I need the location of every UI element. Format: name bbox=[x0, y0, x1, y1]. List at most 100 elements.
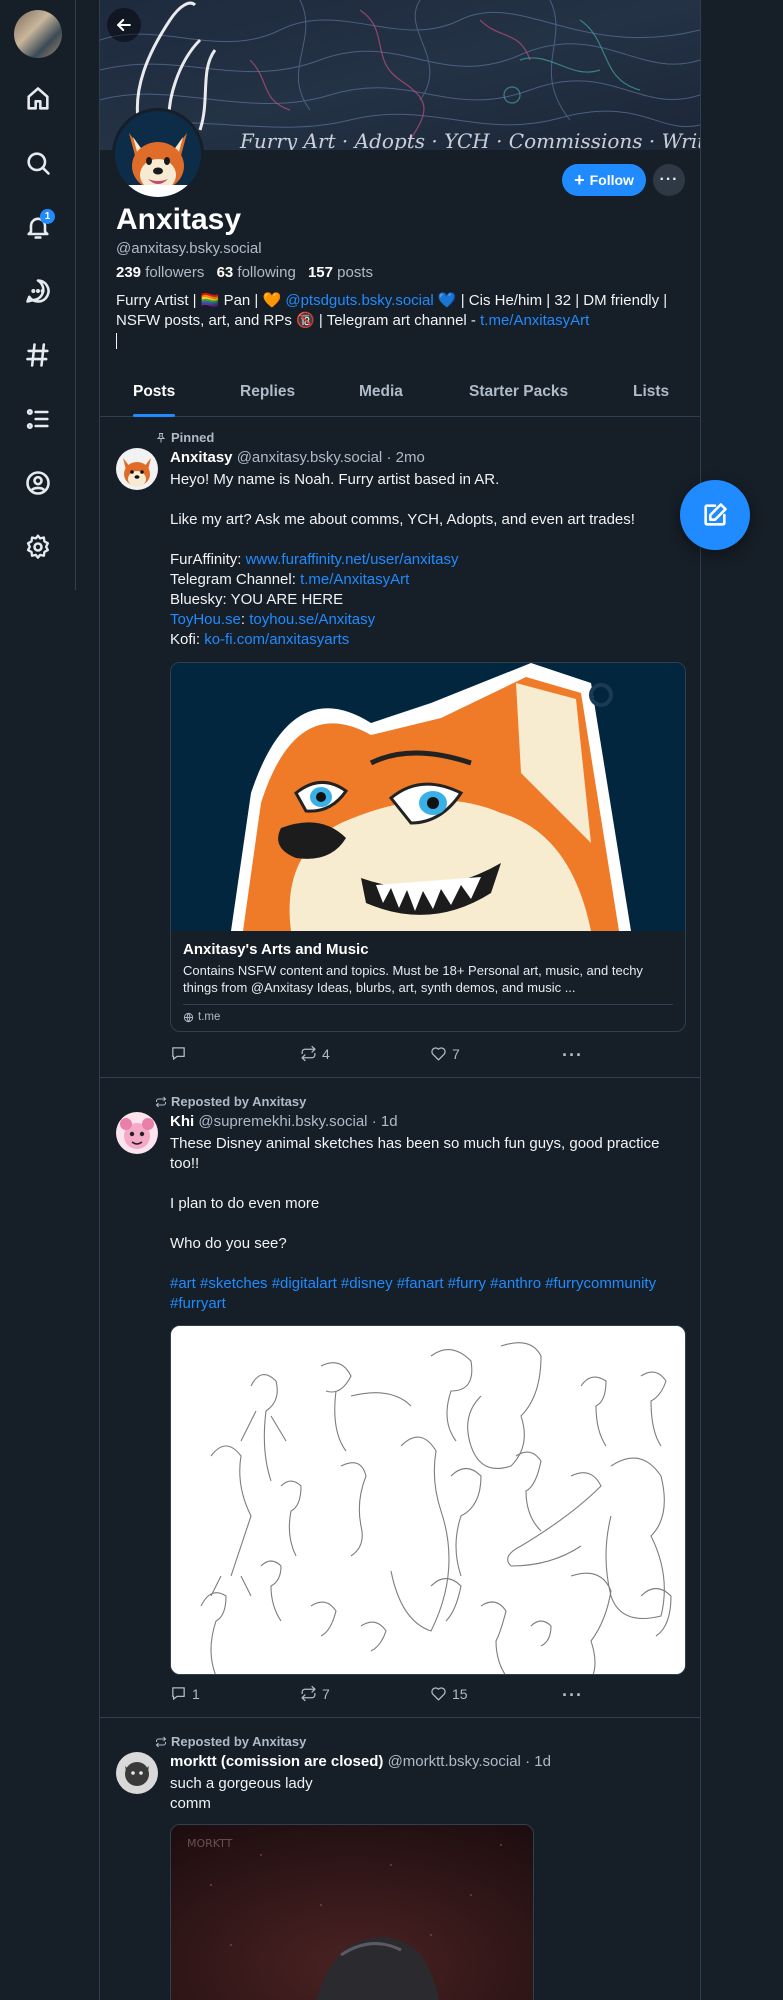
like-button[interactable]: 15 bbox=[430, 1685, 468, 1702]
search-icon[interactable] bbox=[20, 145, 56, 181]
followers-count: 239 bbox=[116, 264, 142, 281]
heart-icon bbox=[431, 1687, 446, 1701]
post-author-handle[interactable]: @morktt.bsky.social bbox=[388, 1753, 521, 1770]
profile-tabs: Posts Replies Media Starter Packs Lists bbox=[100, 370, 700, 417]
post-time[interactable]: · 1d bbox=[372, 1113, 398, 1130]
post-text: Heyo! My name is Noah. Furry artist base… bbox=[170, 471, 635, 648]
followers-link[interactable]: 239 followers bbox=[116, 264, 204, 281]
post-text: such a gorgeous lady comm bbox=[170, 1775, 313, 1812]
list-icon[interactable] bbox=[20, 401, 56, 437]
post-repost-morktt[interactable]: Reposted by Anxitasy morktt (comission a… bbox=[100, 1718, 700, 2000]
post-context: Reposted by Anxitasy bbox=[155, 1094, 306, 1109]
left-nav-rail: 1 bbox=[0, 0, 76, 590]
bio-telegram-link[interactable]: t.me/AnxitasyArt bbox=[480, 312, 589, 329]
repost-icon bbox=[155, 1736, 167, 1747]
post-author-avatar[interactable] bbox=[116, 1752, 158, 1794]
profile-stats: 239 followers 63 following 157 posts bbox=[116, 264, 373, 281]
text-cursor bbox=[116, 333, 117, 350]
arrow-left-icon bbox=[117, 18, 131, 32]
post-repost-khi[interactable]: Reposted by Anxitasy Khi @supremekhi.bsk… bbox=[100, 1078, 700, 1718]
post-context: Reposted by Anxitasy bbox=[155, 1734, 306, 1749]
link-card-title: Anxitasy's Arts and Music bbox=[183, 941, 369, 958]
image-watermark: MORKTT bbox=[187, 1837, 233, 1850]
post-header: Khi @supremekhi.bsky.social · 1d bbox=[170, 1113, 398, 1130]
post-pinned[interactable]: Pinned Anxitasy @anxitasy.bsky.social · … bbox=[100, 418, 700, 1078]
my-avatar[interactable] bbox=[14, 10, 62, 58]
svg-text:Furry Art · Adopts · YCH: Furry Art · Adopts · YCH · Commissions ·… bbox=[239, 129, 700, 150]
post-author-handle[interactable]: @anxitasy.bsky.social bbox=[237, 449, 383, 466]
toyhouse-link-1[interactable]: ToyHou.se bbox=[170, 611, 241, 628]
profile-avatar[interactable] bbox=[112, 108, 204, 200]
post-author-name[interactable]: Khi bbox=[170, 1113, 194, 1130]
hashtag-icon[interactable] bbox=[20, 337, 56, 373]
notifications-badge: 1 bbox=[40, 209, 55, 224]
post-author-name[interactable]: morktt (comission are closed) bbox=[170, 1753, 383, 1770]
post-header: morktt (comission are closed) @morktt.bs… bbox=[170, 1753, 551, 1770]
profile-bio: Furry Artist | 🏳️‍🌈 Pan | 🧡 @ptsdguts.bs… bbox=[116, 291, 686, 351]
compose-icon bbox=[704, 503, 727, 526]
repost-button[interactable]: 7 bbox=[300, 1685, 330, 1702]
tab-replies[interactable]: Replies bbox=[240, 370, 295, 417]
link-card[interactable]: Anxitasy's Arts and Music Contains NSFW … bbox=[170, 662, 686, 1032]
post-more-button[interactable]: ··· bbox=[562, 1045, 583, 1066]
post-header: Anxitasy @anxitasy.bsky.social · 2mo bbox=[170, 449, 425, 466]
post-author-handle[interactable]: @supremekhi.bsky.social bbox=[198, 1113, 367, 1130]
link-card-domain: t.me bbox=[183, 1004, 673, 1031]
bio-mention-link[interactable]: @ptsdguts.bsky.social bbox=[285, 292, 433, 309]
pin-icon bbox=[156, 432, 166, 442]
repost-icon bbox=[155, 1096, 167, 1107]
compose-button[interactable] bbox=[680, 480, 750, 550]
post-author-avatar[interactable] bbox=[116, 448, 158, 490]
post-author-name[interactable]: Anxitasy bbox=[170, 449, 233, 466]
profile-more-button[interactable]: ··· bbox=[653, 164, 685, 196]
post-time[interactable]: · 2mo bbox=[386, 449, 424, 466]
link-card-description: Contains NSFW content and topics. Must b… bbox=[183, 963, 643, 995]
repost-button[interactable]: 4 bbox=[300, 1045, 330, 1062]
reply-icon bbox=[172, 1047, 185, 1060]
post-hashtags[interactable]: #art #sketches #digitalart #disney #fana… bbox=[170, 1275, 656, 1312]
follow-button[interactable]: + Follow bbox=[562, 164, 646, 196]
tab-media[interactable]: Media bbox=[359, 370, 403, 417]
post-more-button[interactable]: ··· bbox=[562, 1685, 583, 1706]
post-time[interactable]: · 1d bbox=[525, 1753, 551, 1770]
ellipsis-icon: ··· bbox=[562, 1685, 583, 1705]
bell-icon[interactable]: 1 bbox=[20, 209, 56, 245]
reply-button[interactable]: 1 bbox=[170, 1685, 200, 1702]
furaffinity-link[interactable]: www.furaffinity.net/user/anxitasy bbox=[246, 551, 459, 568]
like-button[interactable]: 7 bbox=[430, 1045, 460, 1062]
tab-starter-packs[interactable]: Starter Packs bbox=[469, 370, 568, 417]
plus-icon: + bbox=[574, 170, 585, 190]
post-context: Pinned bbox=[155, 430, 214, 445]
kofi-link[interactable]: ko-fi.com/anxitasyarts bbox=[204, 631, 349, 648]
back-button[interactable] bbox=[107, 8, 141, 42]
reply-button[interactable] bbox=[170, 1045, 192, 1062]
heart-icon bbox=[431, 1047, 446, 1061]
repost-icon bbox=[301, 1045, 316, 1062]
followers-label: followers bbox=[145, 264, 205, 281]
home-icon[interactable] bbox=[20, 81, 56, 117]
post-image[interactable]: MORKTT bbox=[170, 1824, 534, 2000]
profile-display-name: Anxitasy bbox=[116, 203, 242, 236]
post-author-avatar[interactable] bbox=[116, 1112, 158, 1154]
link-card-image bbox=[171, 663, 685, 931]
repost-icon bbox=[301, 1685, 316, 1702]
post-actions: 4 7 ··· bbox=[170, 1045, 688, 1065]
posts-count: 157 bbox=[307, 264, 333, 281]
gear-icon[interactable] bbox=[20, 529, 56, 565]
following-link[interactable]: 63 following bbox=[217, 264, 296, 281]
following-label: following bbox=[237, 264, 296, 281]
chat-icon[interactable] bbox=[20, 273, 56, 309]
posts-label: posts bbox=[337, 264, 374, 281]
profile-icon[interactable] bbox=[20, 465, 56, 501]
post-actions: 1 7 15 ··· bbox=[170, 1685, 688, 1705]
ellipsis-icon: ··· bbox=[562, 1045, 583, 1065]
tab-posts[interactable]: Posts bbox=[133, 370, 176, 417]
reply-icon bbox=[172, 1687, 185, 1700]
tab-lists[interactable]: Lists bbox=[633, 370, 669, 417]
toyhouse-link-2[interactable]: toyhou.se/Anxitasy bbox=[249, 611, 375, 628]
post-image[interactable] bbox=[170, 1325, 686, 1675]
ellipsis-icon: ··· bbox=[659, 171, 679, 188]
posts-stat: 157 posts bbox=[308, 264, 373, 281]
telegram-link[interactable]: t.me/AnxitasyArt bbox=[300, 571, 409, 588]
globe-icon bbox=[183, 1012, 194, 1022]
